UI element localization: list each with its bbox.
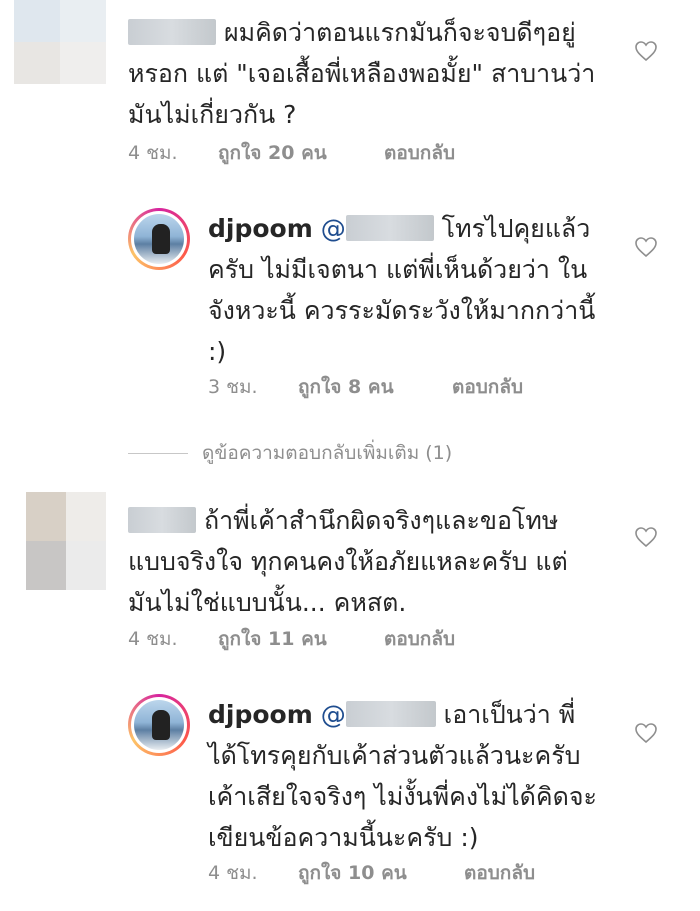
comment-username[interactable]: djpoom	[208, 700, 313, 729]
mention-link[interactable]: @	[321, 214, 434, 243]
comment-meta: 4 ชม. ถูกใจ 11 คน ตอบกลับ	[128, 624, 455, 654]
heart-outline-icon[interactable]	[634, 236, 658, 258]
likes-count[interactable]: ถูกใจ 20 คน	[218, 138, 384, 168]
comment-text: ถ้าพี่เค้าสำนึกผิดจริงๆและขอโทษแบบจริงใจ…	[128, 506, 568, 617]
reply-button[interactable]: ตอบกลับ	[384, 624, 455, 654]
heart-outline-icon[interactable]	[634, 722, 658, 744]
avatar[interactable]	[26, 492, 106, 590]
avatar[interactable]	[128, 694, 190, 756]
comment-username[interactable]: djpoom	[208, 214, 313, 243]
mention-link[interactable]: @	[321, 700, 436, 729]
likes-count[interactable]: ถูกใจ 11 คน	[218, 624, 384, 654]
view-more-replies[interactable]: ดูข้อความตอบกลับเพิ่มเติม (1)	[128, 438, 452, 468]
comment-time: 4 ชม.	[128, 628, 178, 650]
comment-text: djpoom @ เอาเป็นว่า พี่ได้โทรคุยกับเค้าส…	[208, 700, 597, 852]
blurred-username	[128, 507, 196, 533]
likes-count[interactable]: ถูกใจ 8 คน	[298, 372, 452, 402]
likes-count[interactable]: ถูกใจ 10 คน	[298, 858, 464, 888]
comment-meta: 3 ชม. ถูกใจ 8 คน ตอบกลับ	[208, 372, 523, 402]
comment-time: 4 ชม.	[208, 862, 258, 884]
blurred-username	[128, 19, 216, 45]
comment-time: 3 ชม.	[208, 376, 258, 398]
heart-outline-icon[interactable]	[634, 40, 658, 62]
reply-button[interactable]: ตอบกลับ	[452, 372, 523, 402]
divider-line	[128, 452, 188, 454]
comment-text: ผมคิดว่าตอนแรกมันก็จะจบดีๆอยู่หรอก แต่ "…	[128, 18, 596, 129]
comment-meta: 4 ชม. ถูกใจ 20 คน ตอบกลับ	[128, 138, 455, 168]
avatar[interactable]	[14, 0, 106, 84]
heart-outline-icon[interactable]	[634, 526, 658, 548]
comment-meta: 4 ชม. ถูกใจ 10 คน ตอบกลับ	[208, 858, 535, 888]
comment-time: 4 ชม.	[128, 142, 178, 164]
reply-button[interactable]: ตอบกลับ	[464, 858, 535, 888]
reply-button[interactable]: ตอบกลับ	[384, 138, 455, 168]
avatar[interactable]	[128, 208, 190, 270]
comment-text: djpoom @ โทรไปคุยแล้วครับ ไม่มีเจตนา แต่…	[208, 214, 596, 366]
